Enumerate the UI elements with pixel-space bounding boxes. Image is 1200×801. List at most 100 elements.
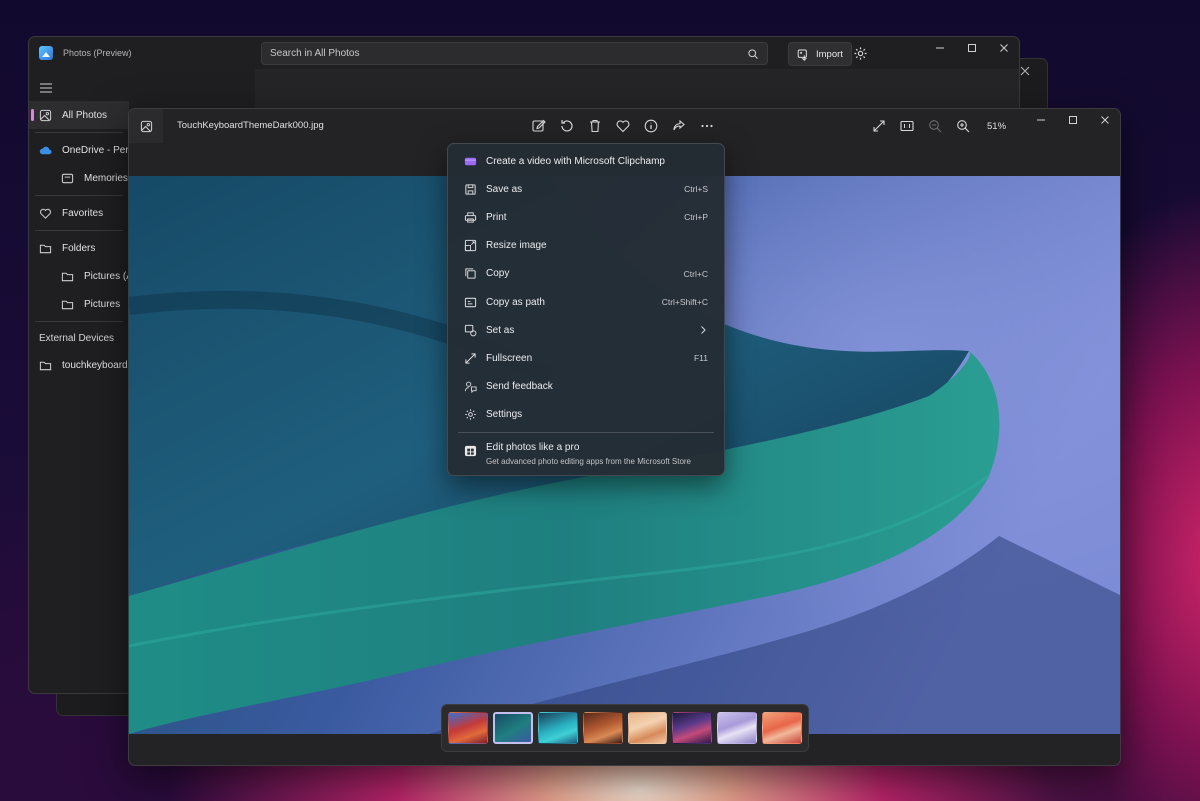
menu-item-clipchamp[interactable]: Create a video with Microsoft Clipchamp [448,147,724,175]
menu-item-settings[interactable]: Settings [448,401,724,429]
divider [35,230,123,231]
menu-item-set-as[interactable]: Set as [448,316,724,344]
menu-item-fullscreen[interactable]: Fullscreen F11 [448,344,724,372]
minimize-icon[interactable] [1034,113,1048,127]
view-tools: 51% [871,118,1006,134]
menu-item-send-feedback[interactable]: Send feedback [448,373,724,401]
thumbnail[interactable] [672,712,713,744]
sidebar-item-favorites[interactable]: Favorites [29,199,129,227]
copy-path-icon [464,296,477,309]
shortcut-label: Ctrl+Shift+C [661,297,708,308]
sidebar-item-touchkeyboard[interactable]: touchkeyboard [29,351,129,379]
info-icon[interactable] [643,118,659,134]
sidebar-item-folders[interactable]: Folders [29,234,129,262]
sidebar-item-all-photos[interactable]: All Photos [29,101,129,129]
menu-item-save-as[interactable]: Save as Ctrl+S [448,175,724,203]
import-button[interactable]: Import [788,42,852,66]
settings-icon [464,408,477,421]
sidebar-item-label: Memories [84,172,128,184]
thumbnail[interactable] [537,712,578,744]
thumbnail[interactable] [717,712,758,744]
minimize-icon[interactable] [933,41,947,55]
sidebar-item-label: All Photos [62,109,108,121]
thumbnail[interactable] [582,712,623,744]
folder-icon [61,298,74,311]
sidebar-item-pictures[interactable]: Pictures [29,290,129,318]
viewer-toolbar: TouchKeyboardThemeDark000.jpg 51% [129,109,1120,143]
maximize-icon[interactable] [965,41,979,55]
search-input[interactable] [270,48,747,59]
folder-icon [39,242,52,255]
sidebar-item-label: touchkeyboard [62,359,128,371]
sidebar-item-onedrive[interactable]: OneDrive - Pers [29,136,134,164]
menu-item-print[interactable]: Print Ctrl+P [448,203,724,231]
divider [35,195,123,196]
search-icon[interactable] [747,48,759,60]
menu-item-edit-like-pro[interactable]: Edit photos like a pro Get advanced phot… [448,436,724,472]
title-bar: Photos (Preview) [39,46,132,60]
shortcut-label: F11 [693,353,708,364]
save-icon [464,183,477,196]
shortcut-label: Ctrl+S [684,184,708,195]
content-header [255,69,1019,111]
store-icon [464,444,477,457]
fullscreen-icon [464,352,477,365]
edit-icon[interactable] [531,118,547,134]
maximize-icon[interactable] [1066,113,1080,127]
thumbnail[interactable] [627,712,668,744]
section-label-external-devices: External Devices [39,332,115,344]
menu-item-copy-as-path[interactable]: Copy as path Ctrl+Shift+C [448,288,724,316]
more-icon[interactable] [699,118,715,134]
resize-icon [464,239,477,252]
import-label: Import [816,48,843,60]
expand-icon[interactable] [871,118,887,134]
menu-item-copy[interactable]: Copy Ctrl+C [448,260,724,288]
sidebar-item-memories[interactable]: Memories [29,164,129,192]
search-box[interactable] [261,42,768,65]
feedback-icon [464,380,477,394]
actual-size-icon[interactable] [899,118,915,134]
app-title: Photos (Preview) [63,48,132,58]
hamburger-menu-icon[interactable] [39,82,53,94]
sidebar-item-label: Pictures [84,298,121,310]
zoom-out-icon[interactable] [927,118,943,134]
print-icon [464,211,477,224]
favorite-icon[interactable] [615,118,631,134]
viewer-app-button[interactable] [129,109,163,143]
divider [35,321,123,322]
zoom-in-icon[interactable] [955,118,971,134]
import-icon [797,48,810,61]
divider [35,132,123,133]
photos-app-icon [39,46,53,60]
filmstrip [441,704,809,752]
menu-divider [458,431,714,433]
set-as-icon [464,324,477,337]
photos-icon [39,109,52,122]
heart-icon [39,207,52,220]
cloud-icon [39,144,52,157]
zoom-level[interactable]: 51% [987,121,1006,132]
photos-icon [140,120,153,133]
clipchamp-icon [464,155,477,168]
thumbnail[interactable] [448,712,488,744]
promo-title: Edit photos like a pro [486,441,580,453]
thumbnail[interactable] [762,712,802,744]
share-icon[interactable] [671,118,687,134]
delete-icon[interactable] [587,118,603,134]
edit-tools [531,118,715,134]
promo-subtitle: Get advanced photo editing apps from the… [486,456,692,466]
sidebar-item-pictures-a[interactable]: Pictures (A [29,262,133,290]
rotate-icon[interactable] [559,118,575,134]
settings-gear-icon[interactable] [853,46,868,61]
thumbnail-selected[interactable] [492,712,533,744]
menu-item-resize-image[interactable]: Resize image [448,232,724,260]
close-icon[interactable] [1098,113,1112,127]
copy-icon [464,267,477,280]
shortcut-label: Ctrl+P [684,212,708,223]
shortcut-label: Ctrl+C [683,268,708,279]
close-icon[interactable] [997,41,1011,55]
sidebar-item-label: Favorites [62,207,104,219]
memories-icon [61,172,74,185]
sidebar: All Photos OneDrive - Pers Memories Favo… [29,101,134,379]
chevron-right-icon [698,325,708,335]
